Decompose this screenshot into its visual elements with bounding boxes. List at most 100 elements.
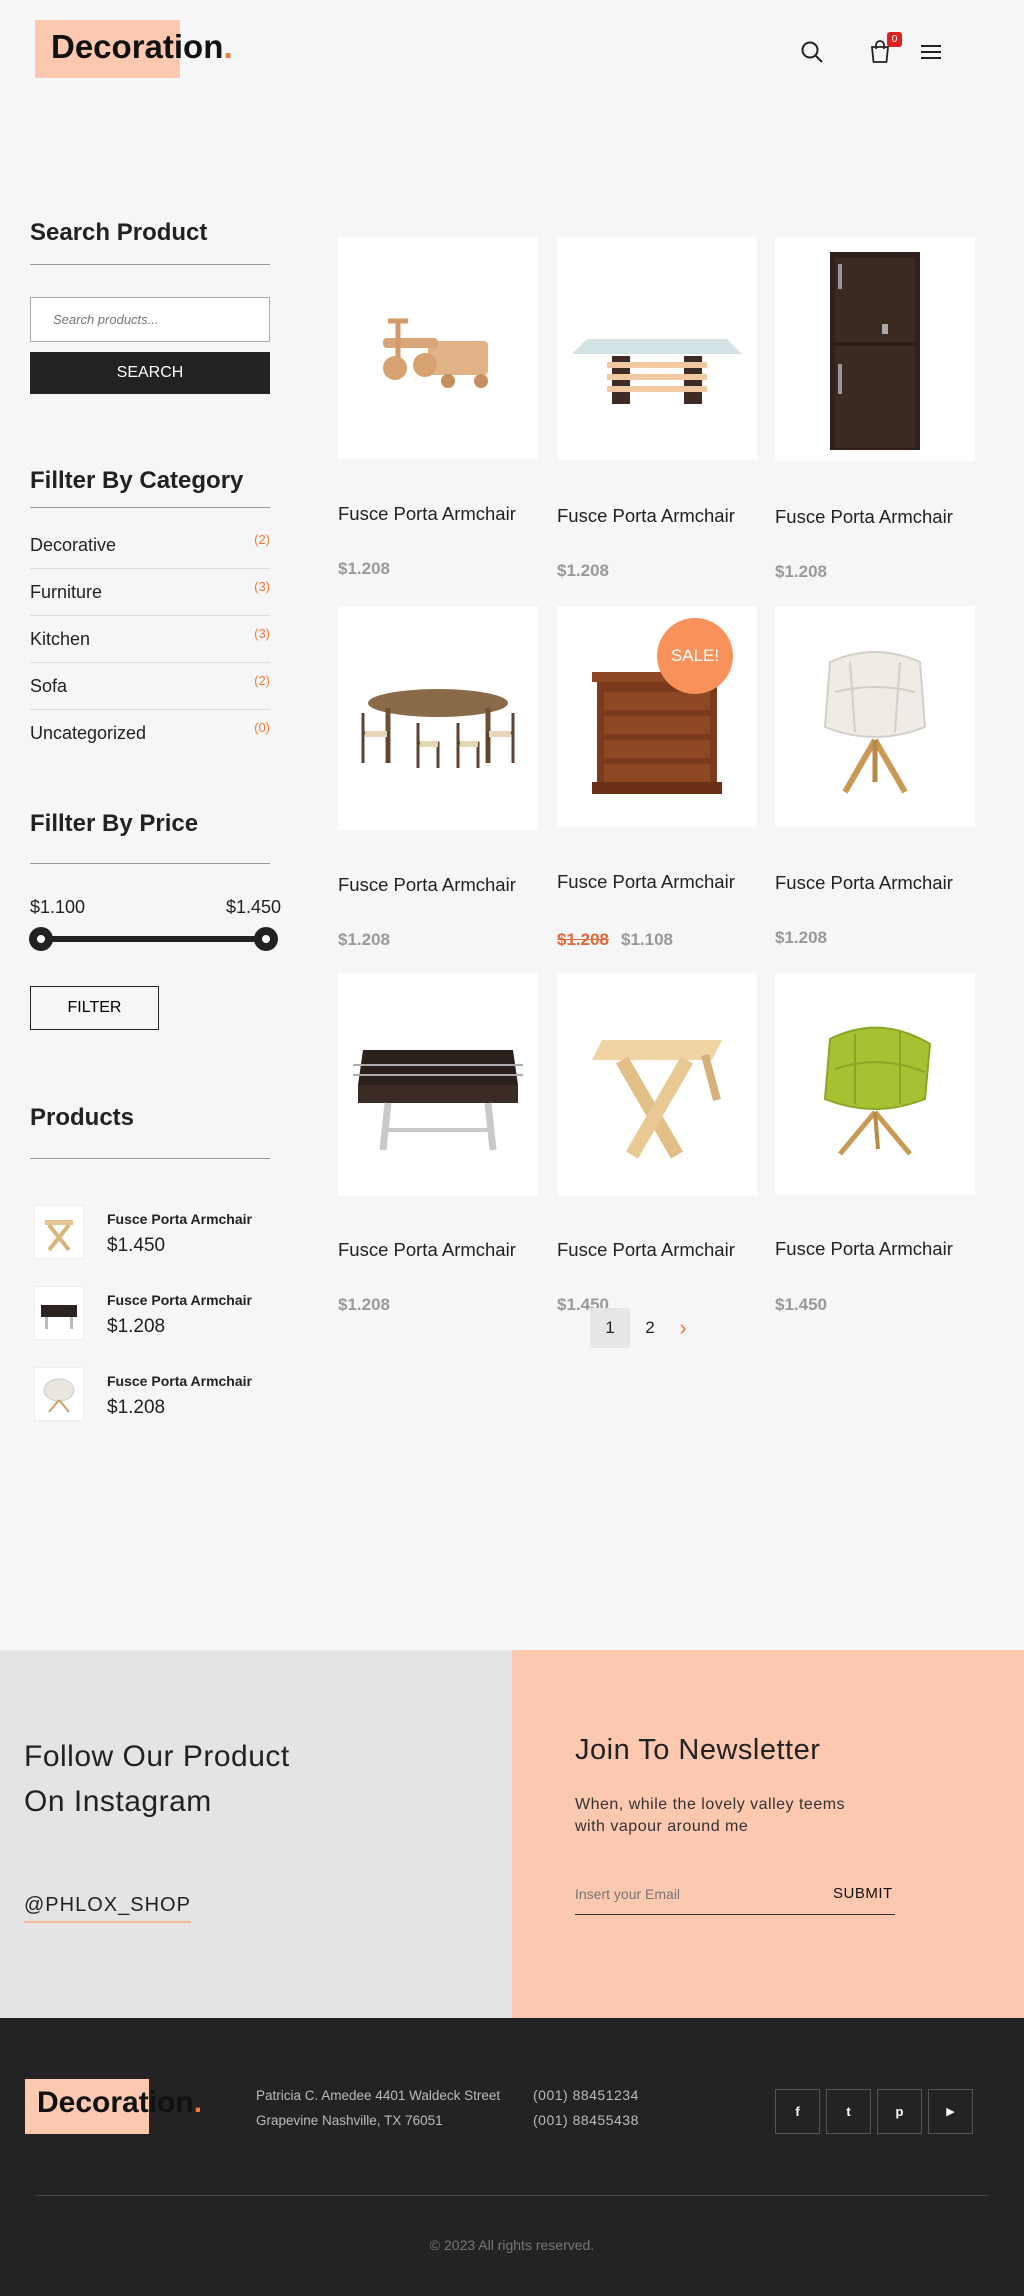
product-card[interactable]: SALE! Fusce Porta Armchair $1.208 $1.108 — [557, 606, 757, 956]
category-label: Sofa — [30, 676, 68, 696]
price-filter-title: Fillter By Price — [30, 810, 199, 837]
category-item-furniture[interactable]: Furniture (3) — [30, 569, 270, 616]
category-count: (3) — [254, 626, 270, 641]
product-card[interactable]: Fusce Porta Armchair $1.450 — [557, 973, 757, 1323]
search-icon[interactable] — [798, 38, 826, 66]
site-footer — [0, 2018, 1024, 2296]
product-image-glass-coffee-table[interactable] — [557, 237, 757, 460]
product-card[interactable]: Fusce Porta Armchair $1.208 — [775, 606, 975, 956]
category-filter-title: Fillter By Category — [30, 467, 244, 494]
product-card[interactable]: Fusce Porta Armchair $1.208 — [775, 237, 975, 587]
copyright-text: © 2023 All rights reserved. — [429, 2237, 595, 2253]
product-name[interactable]: Fusce Porta Armchair — [338, 503, 516, 525]
category-label: Decorative — [30, 535, 117, 555]
product-card[interactable]: Fusce Porta Armchair $1.208 — [557, 237, 757, 587]
product-price: $1.208 — [775, 562, 827, 581]
category-label: Kitchen — [30, 629, 91, 649]
facebook-icon[interactable]: f — [775, 2089, 820, 2134]
product-name[interactable]: Fusce Porta Armchair — [107, 1373, 252, 1389]
newsletter-title: Join To Newsletter — [575, 1734, 821, 1766]
product-price: $1.450 — [775, 1295, 827, 1314]
product-image-dining-set[interactable] — [338, 606, 538, 830]
product-thumbnail[interactable] — [34, 1205, 84, 1259]
sidebar-product-item[interactable]: Fusce Porta Armchair $1.208 — [30, 1286, 290, 1356]
next-page-icon[interactable]: › — [663, 1308, 703, 1348]
instagram-handle-link[interactable]: @PHLOX_SHOP — [24, 1894, 191, 1923]
product-price: $1.450 — [107, 1235, 166, 1256]
product-thumbnail[interactable] — [34, 1286, 84, 1340]
product-card[interactable]: Fusce Porta Armchair $1.208 — [338, 606, 538, 956]
newsletter-submit-button[interactable]: SUBMIT — [833, 1885, 893, 1902]
category-count: (0) — [254, 720, 270, 735]
product-name[interactable]: Fusce Porta Armchair — [107, 1292, 252, 1308]
category-count: (2) — [254, 532, 270, 547]
page-1-button[interactable]: 1 — [590, 1308, 630, 1348]
category-item-kitchen[interactable]: Kitchen (3) — [30, 616, 270, 663]
search-product-title: Search Product — [30, 219, 208, 246]
product-card[interactable]: Fusce Porta Armchair $1.208 — [338, 237, 538, 587]
product-name[interactable]: Fusce Porta Armchair — [557, 505, 735, 527]
instagram-section: Follow Our Product On Instagram @PHLOX_S… — [0, 1650, 512, 2018]
price-min-label: $1.100 — [30, 897, 86, 917]
sale-badge: SALE! — [657, 618, 733, 694]
category-item-uncategorized[interactable]: Uncategorized (0) — [30, 710, 270, 757]
category-item-sofa[interactable]: Sofa (2) — [30, 663, 270, 710]
product-price: $1.208 — [557, 561, 609, 580]
product-image-toy-tricycle[interactable] — [338, 237, 538, 459]
price-slider-max-handle[interactable] — [254, 927, 278, 951]
newsletter-description: When, while the lovely valley teems with… — [575, 1796, 846, 1835]
newsletter-section: Join To Newsletter When, while the lovel… — [512, 1650, 1024, 2018]
product-name[interactable]: Fusce Porta Armchair — [775, 872, 953, 894]
category-item-decorative[interactable]: Decorative (2) — [30, 522, 270, 569]
product-image-white-lounge-chair[interactable] — [775, 606, 975, 827]
footer-logo[interactable]: Decoration. — [25, 2079, 225, 2137]
product-card[interactable]: Fusce Porta Armchair $1.450 — [775, 973, 975, 1323]
sidebar-product-item[interactable]: Fusce Porta Armchair $1.208 — [30, 1367, 290, 1437]
menu-icon[interactable] — [917, 38, 945, 66]
footer-divider — [35, 2195, 989, 2196]
product-name[interactable]: Fusce Porta Armchair — [338, 874, 516, 896]
price-slider-track[interactable] — [40, 936, 266, 942]
newsletter-underline — [575, 1914, 895, 1915]
products-title: Products — [30, 1104, 135, 1131]
product-name[interactable]: Fusce Porta Armchair — [775, 506, 953, 528]
category-label: Uncategorized — [30, 723, 147, 743]
logo-text: Decoration. — [37, 2086, 203, 2119]
twitter-icon[interactable]: t — [826, 2089, 871, 2134]
product-image-green-lounge-chair[interactable] — [775, 973, 975, 1195]
divider — [30, 507, 270, 508]
product-name[interactable]: Fusce Porta Armchair — [338, 1239, 516, 1261]
sidebar-product-item[interactable]: Fusce Porta Armchair $1.450 — [30, 1205, 290, 1275]
divider — [30, 264, 270, 265]
product-image-folding-stool[interactable] — [557, 973, 757, 1196]
product-image-dark-wardrobe[interactable] — [775, 237, 975, 461]
product-price: $1.208 $1.108 — [557, 930, 673, 950]
product-name[interactable]: Fusce Porta Armchair — [107, 1211, 252, 1227]
youtube-icon[interactable]: ▶ — [928, 2089, 973, 2134]
divider — [30, 863, 270, 864]
price-slider-min-handle[interactable] — [29, 927, 53, 951]
search-button[interactable]: SEARCH — [30, 352, 270, 394]
footer-address: Patricia C. Amedee 4401 Waldeck Street G… — [256, 2088, 501, 2128]
category-count: (3) — [254, 579, 270, 594]
product-price: $1.208 — [107, 1397, 166, 1418]
logo-text: Decoration. — [51, 28, 233, 65]
product-card[interactable]: Fusce Porta Armchair $1.208 — [338, 973, 538, 1323]
product-price: $1.208 — [338, 559, 390, 578]
product-image-foosball-table[interactable] — [338, 973, 538, 1196]
product-name[interactable]: Fusce Porta Armchair — [557, 871, 735, 893]
filter-button[interactable]: FILTER — [30, 986, 159, 1030]
product-old-price: $1.208 — [557, 930, 609, 949]
newsletter-email-input[interactable] — [575, 1876, 815, 1912]
product-name[interactable]: Fusce Porta Armchair — [775, 1238, 953, 1260]
product-sale-price: $1.108 — [621, 930, 673, 949]
product-name[interactable]: Fusce Porta Armchair — [557, 1239, 735, 1261]
divider — [30, 1158, 270, 1159]
instagram-title: Follow Our Product On Instagram — [24, 1740, 290, 1818]
site-logo[interactable]: Decoration. — [35, 20, 245, 80]
product-thumbnail[interactable] — [34, 1367, 84, 1421]
pinterest-icon[interactable]: p — [877, 2089, 922, 2134]
price-max-label: $1.450 — [226, 897, 282, 917]
search-input[interactable] — [30, 297, 270, 342]
cart-icon[interactable]: 0 — [866, 32, 902, 66]
